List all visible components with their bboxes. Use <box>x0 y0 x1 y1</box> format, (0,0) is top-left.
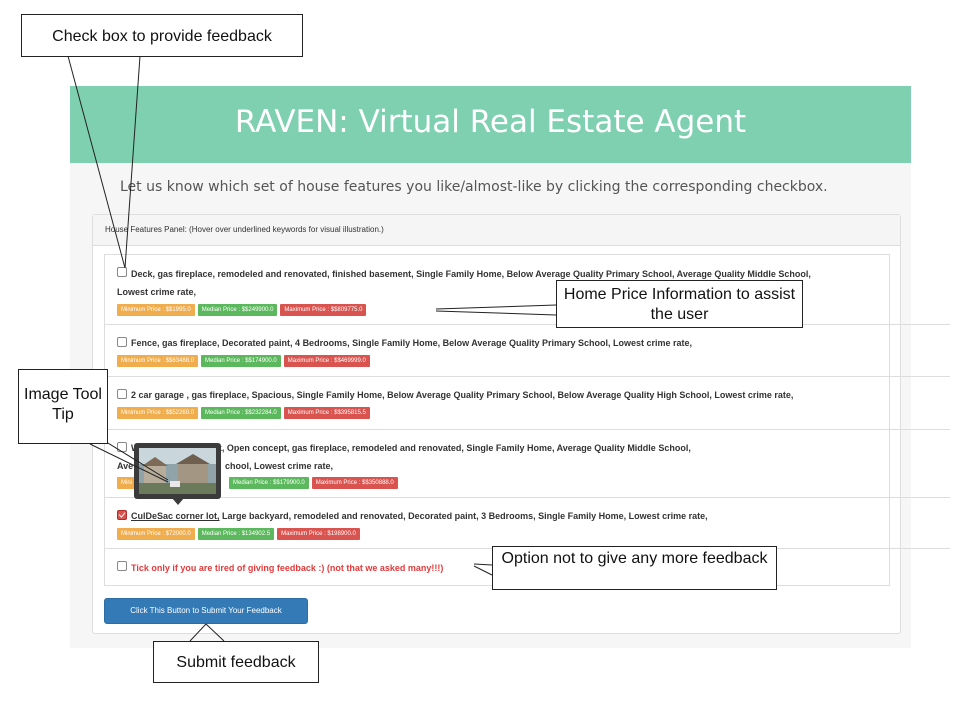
callout-connectors <box>67 55 557 642</box>
callout-optout: Option not to give any more feedback <box>492 546 777 590</box>
callout-image-tooltip: Image Tool Tip <box>18 369 108 444</box>
callout-submit: Submit feedback <box>153 641 319 683</box>
callout-checkbox: Check box to provide feedback <box>21 14 303 57</box>
callout-price-info: Home Price Information to assist the use… <box>556 280 803 328</box>
